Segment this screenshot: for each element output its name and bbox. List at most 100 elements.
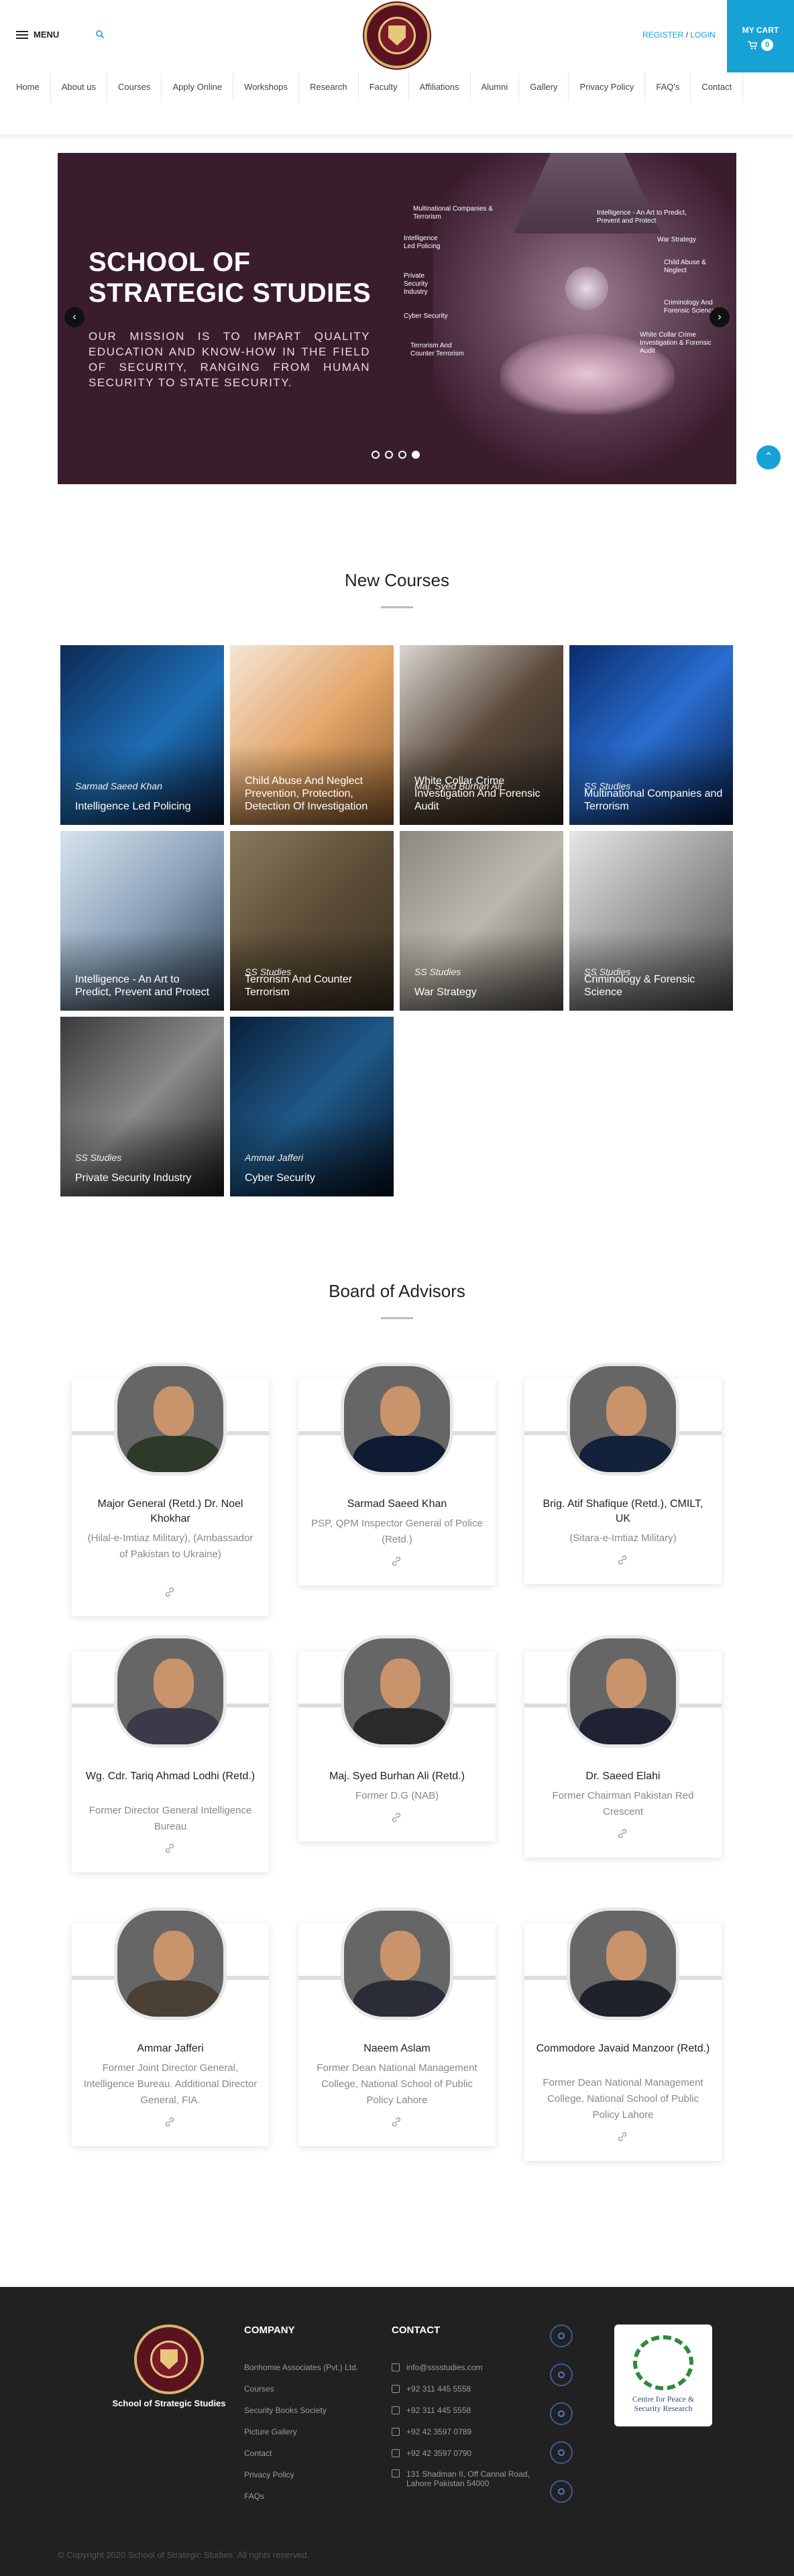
nav-item[interactable]: Faculty bbox=[359, 72, 409, 102]
course-card[interactable]: SS Studies War Strategy bbox=[400, 831, 563, 1011]
link-icon[interactable] bbox=[164, 1587, 175, 1598]
advisor-photo bbox=[341, 1363, 453, 1475]
contact-item[interactable]: +92 42 3597 0789 bbox=[392, 2421, 532, 2443]
course-title: White Collar Crime Investigation And For… bbox=[414, 775, 541, 812]
slider-prev-button[interactable]: ‹ bbox=[64, 307, 84, 327]
link-icon[interactable] bbox=[164, 1843, 175, 1854]
contact-text: 131 Shadman II, Off Cannal Road, Lahore … bbox=[406, 2469, 530, 2488]
link-icon[interactable] bbox=[164, 2117, 175, 2127]
advisor-role: Former Dean National Management College,… bbox=[317, 2062, 477, 2106]
link-icon[interactable] bbox=[617, 1828, 628, 1839]
advisor-name: Sarmad Saeed Khan bbox=[347, 1498, 447, 1510]
course-title: Terrorism And Counter Terrorism bbox=[245, 974, 353, 998]
nav-item[interactable]: Alumni bbox=[471, 72, 520, 102]
footer-link[interactable]: FAQs bbox=[244, 2485, 358, 2507]
advisor-photo-body bbox=[127, 1708, 221, 1744]
course-card[interactable]: Maj. Syed Burhan Ali White Collar Crime I… bbox=[400, 645, 563, 825]
twitter-icon[interactable] bbox=[550, 2402, 573, 2425]
course-title: Multinational Companies and Terrorism bbox=[584, 788, 723, 812]
slider-next-button[interactable]: › bbox=[710, 307, 730, 327]
partner-badge[interactable]: Centre for Peace & Security Research bbox=[614, 2325, 712, 2426]
slider-dot[interactable] bbox=[385, 451, 393, 459]
footer-link[interactable]: Bonhomie Associates (Pvt.) Ltd. bbox=[244, 2357, 358, 2378]
menu-button[interactable]: MENU bbox=[16, 30, 59, 40]
advisor-role: PSP, QPM Inspector General of Police (Re… bbox=[311, 1518, 483, 1545]
nav-item[interactable]: Research bbox=[299, 72, 359, 102]
site-logo[interactable] bbox=[364, 3, 430, 68]
nav-item[interactable]: Workshops bbox=[233, 72, 299, 102]
advisor-photo-body bbox=[353, 1980, 447, 2017]
nav-item[interactable]: Courses bbox=[107, 72, 162, 102]
footer-link[interactable]: Contact bbox=[244, 2443, 358, 2464]
nav-item[interactable]: Contact bbox=[691, 72, 744, 102]
nav-item[interactable]: Affiliations bbox=[409, 72, 471, 102]
pinterest-icon[interactable] bbox=[550, 2441, 573, 2464]
advisor-name: Maj. Syed Burhan Ali (Retd.) bbox=[329, 1771, 465, 1782]
link-icon[interactable] bbox=[617, 2131, 628, 2142]
contact-list: info@sssstudies.com +92 311 445 5558 +92 3… bbox=[392, 2357, 532, 2494]
course-card[interactable]: Intelligence - An Art to Predict, Preven… bbox=[60, 831, 224, 1011]
nav-item[interactable]: FAQ's bbox=[645, 72, 691, 102]
footer-link[interactable]: Privacy Policy bbox=[244, 2464, 358, 2485]
course-card[interactable]: Ammar Jafferi Cyber Security bbox=[230, 1017, 394, 1196]
hamburger-icon bbox=[16, 30, 28, 39]
login-link[interactable]: LOGIN bbox=[690, 30, 715, 40]
course-card[interactable]: Child Abuse And Neglect Prevention, Prot… bbox=[230, 645, 394, 825]
contact-icon bbox=[392, 2449, 400, 2457]
footer-link[interactable]: Picture Gallery bbox=[244, 2421, 358, 2443]
course-author: Ammar Jafferi bbox=[245, 1152, 304, 1163]
advisor-photo-body bbox=[127, 1980, 221, 2017]
slider-dot[interactable] bbox=[412, 451, 420, 459]
nav-item[interactable]: Home bbox=[0, 72, 51, 102]
advisor-card: Commodore Javaid Manzoor (Retd.) Former D… bbox=[524, 1907, 722, 2161]
shield-icon bbox=[388, 25, 406, 46]
contact-item[interactable]: +92 311 445 5558 bbox=[392, 2378, 532, 2400]
linkedin-icon[interactable] bbox=[550, 2480, 573, 2503]
nav-item[interactable]: Privacy Policy bbox=[569, 72, 646, 102]
footer-link[interactable]: Courses bbox=[244, 2378, 358, 2400]
advisor-card: Dr. Saeed Elahi Former Chairman Pakistan … bbox=[524, 1635, 722, 1858]
facebook-icon[interactable] bbox=[550, 2325, 573, 2347]
link-icon[interactable] bbox=[617, 1555, 628, 1565]
footer-logo[interactable] bbox=[134, 2325, 204, 2394]
link-icon[interactable] bbox=[391, 1556, 402, 1567]
link-icon[interactable] bbox=[391, 1812, 402, 1823]
course-card[interactable]: SS Studies Multinational Companies and Te… bbox=[569, 645, 733, 825]
contact-item[interactable]: +92 311 445 5558 bbox=[392, 2400, 532, 2421]
course-author: SS Studies bbox=[414, 966, 461, 977]
contact-item[interactable]: +92 42 3597 0790 bbox=[392, 2443, 532, 2464]
nav-item[interactable]: Apply Online bbox=[162, 72, 234, 102]
nav-item[interactable]: About us bbox=[51, 72, 108, 102]
cart-button[interactable]: MY CART 0 bbox=[727, 0, 794, 72]
hero-label: Private Security Industry bbox=[404, 272, 429, 296]
contact-text: +92 311 445 5558 bbox=[406, 2384, 471, 2394]
hero-slider: SCHOOL OF STRATEGIC STUDIES OUR MISSION I… bbox=[58, 153, 736, 484]
advisor-role: Former Director General Intelligence Bur… bbox=[89, 1805, 252, 1832]
new-courses-title: New Courses bbox=[344, 570, 450, 590]
search-icon[interactable] bbox=[95, 30, 105, 39]
footer-link[interactable]: Security Books Society bbox=[244, 2400, 358, 2421]
instagram-icon[interactable] bbox=[550, 2363, 573, 2386]
scroll-to-top-button[interactable]: ⌃ bbox=[756, 445, 781, 469]
register-link[interactable]: REGISTER bbox=[642, 30, 683, 40]
slider-dot[interactable] bbox=[372, 451, 380, 459]
shield-icon bbox=[160, 2349, 178, 2369]
link-icon[interactable] bbox=[391, 2117, 402, 2127]
course-card[interactable]: Sarmad Saeed Khan Intelligence Led Polici… bbox=[60, 645, 224, 825]
advisor-photo-body bbox=[579, 1708, 673, 1744]
slider-dots bbox=[372, 451, 420, 459]
slider-dot[interactable] bbox=[398, 451, 406, 459]
advisor-card: Wg. Cdr. Tariq Ahmad Lodhi (Retd.) Former… bbox=[72, 1635, 269, 1872]
course-card[interactable]: SS Studies Terrorism And Counter Terroris… bbox=[230, 831, 394, 1011]
contact-item[interactable]: 131 Shadman II, Off Cannal Road, Lahore … bbox=[392, 2464, 532, 2494]
nav-item[interactable]: Gallery bbox=[519, 72, 569, 102]
auth-links: REGISTER / LOGIN bbox=[642, 30, 716, 40]
contact-text: +92 42 3597 0789 bbox=[406, 2427, 472, 2437]
advisor-role: Former Joint Director General, Intellige… bbox=[83, 2062, 258, 2106]
auth-separator: / bbox=[683, 30, 691, 40]
course-card[interactable]: SS Studies Criminology & Forensic Science bbox=[569, 831, 733, 1011]
contact-item[interactable]: info@sssstudies.com bbox=[392, 2357, 532, 2378]
course-card[interactable]: SS Studies Private Security Industry bbox=[60, 1017, 224, 1196]
contact-icon bbox=[392, 2406, 400, 2414]
advisor-photo-body bbox=[127, 1436, 221, 1472]
